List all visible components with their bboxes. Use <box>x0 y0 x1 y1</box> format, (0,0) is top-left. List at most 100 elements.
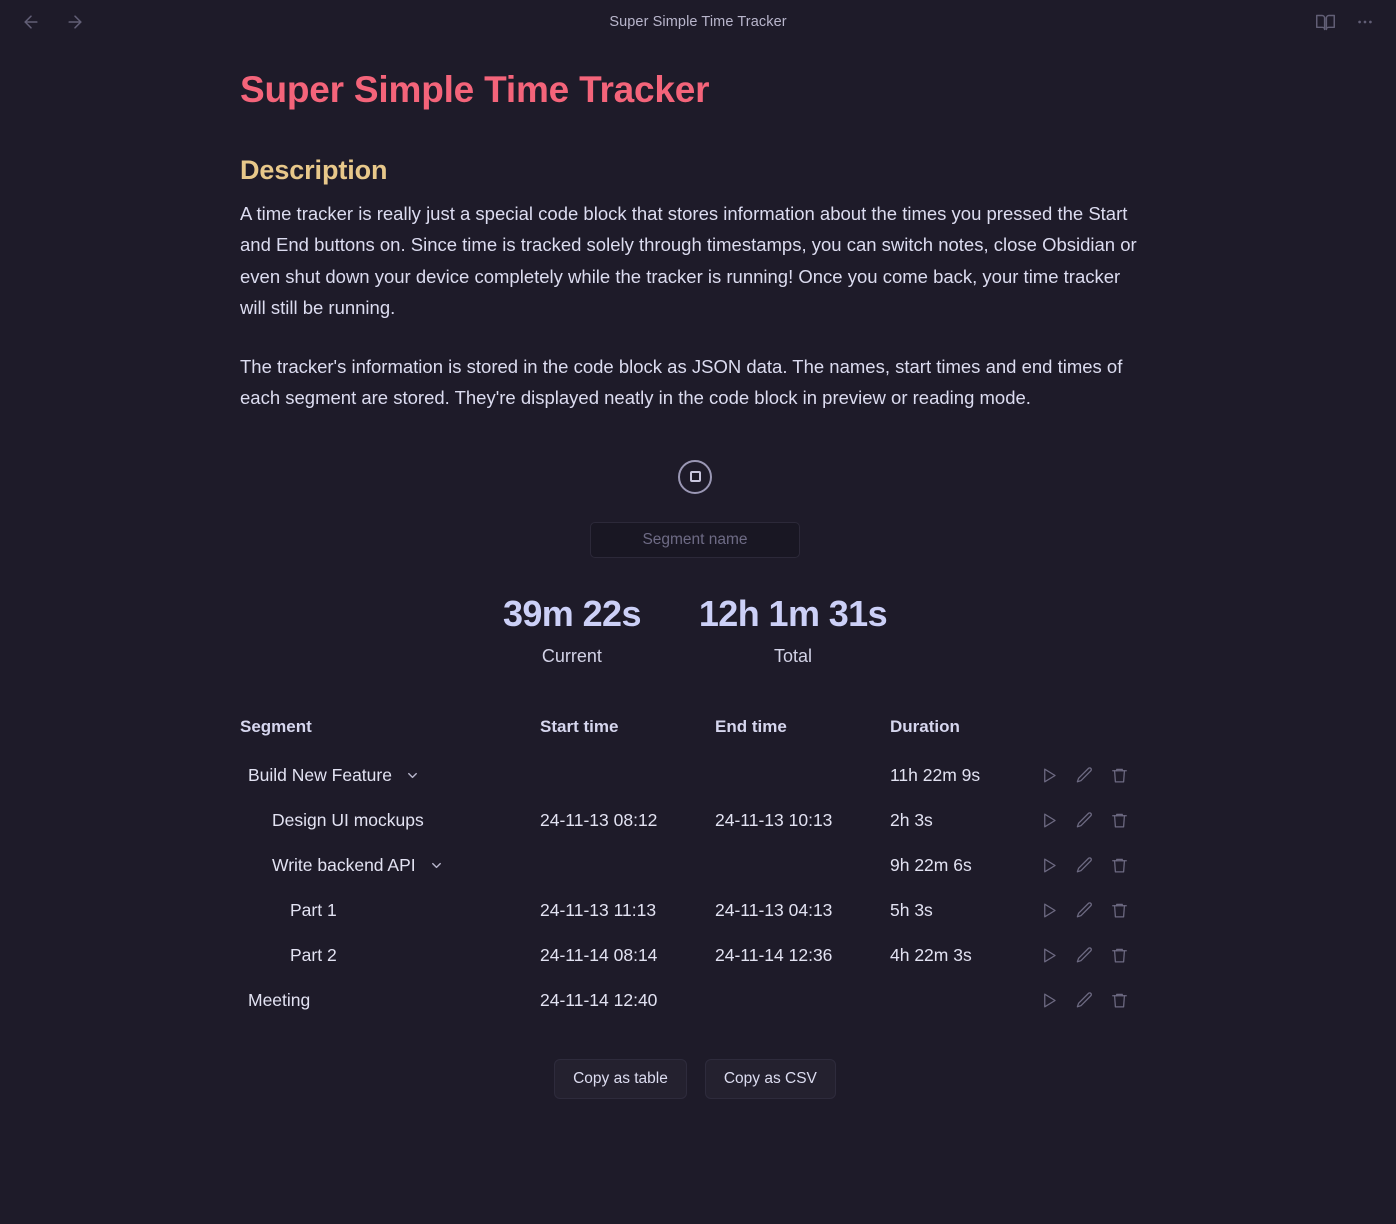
row-actions-cell <box>1040 798 1150 843</box>
stop-button[interactable] <box>678 459 712 494</box>
segments-table-head: Segment Start time End time Duration <box>240 717 1150 753</box>
start-time-cell <box>540 843 715 888</box>
start-time-cell: 24-11-13 08:12 <box>540 810 658 831</box>
trash-icon[interactable] <box>1110 856 1129 875</box>
page-title: Super Simple Time Tracker <box>240 69 710 110</box>
segments-table: Segment Start time End time Duration Bui… <box>240 717 1150 1023</box>
total-timer-label: Total <box>773 646 812 667</box>
segment-label: Design UI mockups <box>272 810 424 831</box>
forward-button[interactable] <box>62 9 88 35</box>
pencil-icon[interactable] <box>1075 856 1094 875</box>
trash-icon[interactable] <box>1110 991 1129 1010</box>
table-row: Meeting 24-11-14 12:40 <box>240 978 1150 1023</box>
column-header-duration: Duration <box>890 717 960 737</box>
end-time-cell <box>715 843 890 888</box>
end-time-cell: 24-11-13 10:13 <box>715 810 833 831</box>
window-titlebar: Super Simple Time Tracker <box>0 0 1396 44</box>
segment-label: Meeting <box>248 990 311 1011</box>
duration-cell <box>890 978 1040 1023</box>
table-row: Part 2 24-11-14 08:14 24-11-14 12:36 4h 22m… <box>240 933 1150 978</box>
start-time-cell: 24-11-14 12:40 <box>540 990 658 1011</box>
current-timer-label: Current <box>541 646 602 667</box>
start-time-cell <box>540 753 715 798</box>
total-timer: 12h 1m 31s Total <box>698 592 888 668</box>
trash-icon[interactable] <box>1110 901 1129 920</box>
navigation-buttons <box>18 9 88 35</box>
tracker-control-row <box>240 459 1150 494</box>
pencil-icon[interactable] <box>1075 766 1094 785</box>
time-tracker-widget: 39m 22s Current 12h 1m 31s Total Segment… <box>240 459 1150 1100</box>
duration-cell: 4h 22m 3s <box>890 945 972 966</box>
tracker-footer-buttons: Copy as table Copy as CSV <box>240 1059 1150 1100</box>
row-actions-cell <box>1040 843 1150 888</box>
play-icon[interactable] <box>1040 901 1059 920</box>
play-icon[interactable] <box>1040 811 1059 830</box>
segment-name-cell: Part 1 <box>240 888 540 933</box>
column-header-segment: Segment <box>240 717 312 737</box>
copy-as-table-button[interactable]: Copy as table <box>554 1059 687 1100</box>
table-row: Part 1 24-11-13 11:13 24-11-13 04:13 5h 3s <box>240 888 1150 933</box>
pencil-icon[interactable] <box>1075 901 1094 920</box>
start-time-cell: 24-11-13 11:13 <box>540 900 657 921</box>
open-book-icon[interactable] <box>1312 9 1338 35</box>
row-actions-cell <box>1040 888 1150 933</box>
copy-as-csv-button[interactable]: Copy as CSV <box>704 1059 836 1100</box>
row-actions-cell <box>1040 753 1150 798</box>
row-actions-cell <box>1040 978 1150 1023</box>
current-timer: 39m 22s Current <box>502 592 642 668</box>
end-time-cell <box>715 978 890 1023</box>
table-row: Write backend API 9h 22m 6s <box>240 843 1150 888</box>
segments-table-body: Build New Feature 11h 22m 9s Design UI moc… <box>240 753 1150 1023</box>
trash-icon[interactable] <box>1110 811 1129 830</box>
trash-icon[interactable] <box>1110 946 1129 965</box>
chevron-down-icon[interactable] <box>429 858 444 873</box>
start-time-cell: 24-11-14 08:14 <box>540 945 658 966</box>
column-header-actions <box>1040 717 1150 753</box>
description-paragraph-2: The tracker's information is stored in t… <box>240 355 1123 409</box>
column-header-start: Start time <box>540 717 619 737</box>
total-timer-value: 12h 1m 31s <box>698 592 888 634</box>
play-icon[interactable] <box>1040 766 1059 785</box>
segment-name-cell: Write backend API <box>240 843 540 888</box>
end-time-cell: 24-11-13 04:13 <box>715 900 833 921</box>
duration-cell: 11h 22m 9s <box>890 765 981 786</box>
segment-input-row <box>240 521 1150 558</box>
duration-cell: 5h 3s <box>890 900 933 921</box>
description-heading: Description <box>240 154 388 185</box>
segment-label: Build New Feature <box>248 765 392 786</box>
pencil-icon[interactable] <box>1075 946 1094 965</box>
play-icon[interactable] <box>1040 856 1059 875</box>
description-paragraph-1: A time tracker is really just a special … <box>240 202 1137 319</box>
duration-cell: 9h 22m 6s <box>890 855 972 876</box>
chevron-down-icon[interactable] <box>405 768 420 783</box>
segment-label: Part 2 <box>290 945 337 966</box>
more-options-icon[interactable] <box>1352 9 1378 35</box>
segment-name-cell: Build New Feature <box>240 753 540 798</box>
table-header-row: Segment Start time End time Duration <box>240 717 1150 753</box>
segment-name-cell: Part 2 <box>240 933 540 978</box>
play-icon[interactable] <box>1040 946 1059 965</box>
timer-summary: 39m 22s Current 12h 1m 31s Total <box>240 594 1150 668</box>
pencil-icon[interactable] <box>1075 811 1094 830</box>
pencil-icon[interactable] <box>1075 991 1094 1010</box>
segment-label: Write backend API <box>272 855 416 876</box>
segment-name-cell: Meeting <box>240 978 540 1023</box>
duration-cell: 2h 3s <box>890 810 933 831</box>
play-icon[interactable] <box>1040 991 1059 1010</box>
end-time-cell <box>715 753 890 798</box>
note-view: Super Simple Time Tracker Description A … <box>0 44 1396 1100</box>
back-button[interactable] <box>18 9 44 35</box>
segment-label: Part 1 <box>290 900 337 921</box>
table-row: Build New Feature 11h 22m 9s <box>240 753 1150 798</box>
titlebar-actions <box>1312 9 1378 35</box>
row-actions-cell <box>1040 933 1150 978</box>
trash-icon[interactable] <box>1110 766 1129 785</box>
current-timer-value: 39m 22s <box>502 592 642 634</box>
segment-name-input[interactable] <box>590 521 800 558</box>
column-header-end: End time <box>715 717 787 737</box>
note-content: Super Simple Time Tracker Description A … <box>240 69 1150 1100</box>
segment-name-cell: Design UI mockups <box>240 798 540 843</box>
table-row: Design UI mockups 24-11-13 08:12 24-11-13 … <box>240 798 1150 843</box>
window-title: Super Simple Time Tracker <box>609 14 787 30</box>
end-time-cell: 24-11-14 12:36 <box>715 945 833 966</box>
